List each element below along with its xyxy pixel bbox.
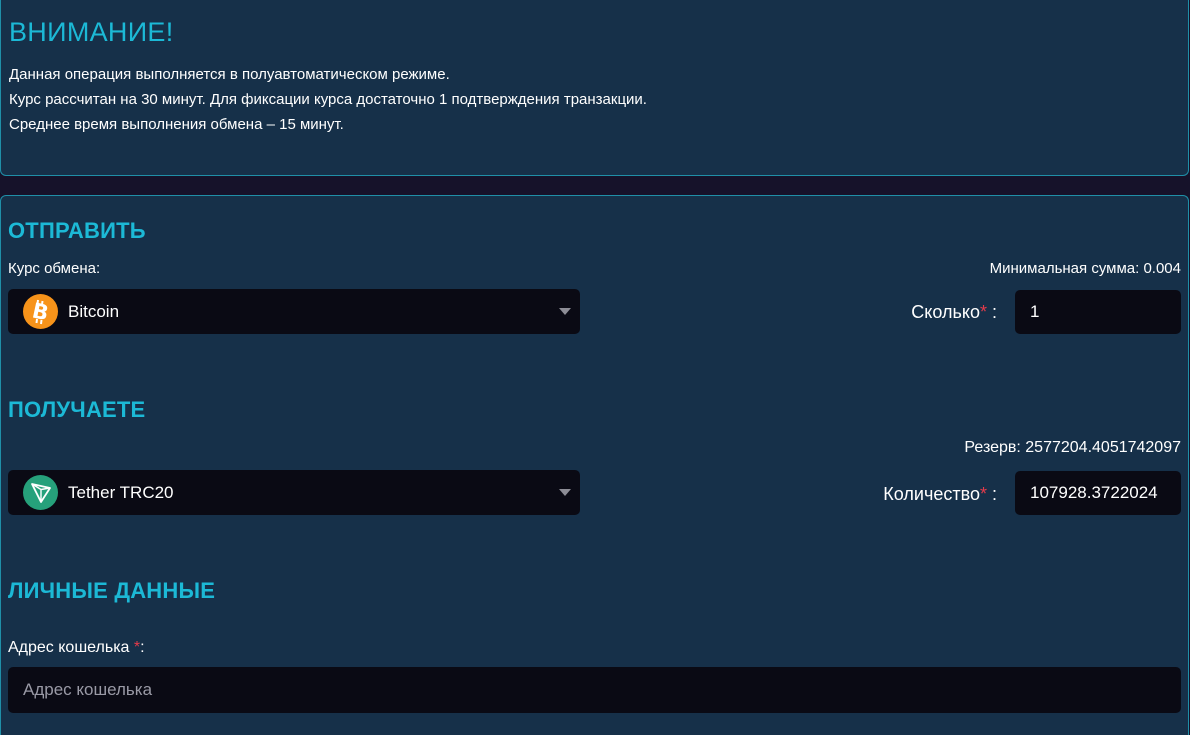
notice-line: Данная операция выполняется в полуавтома… — [9, 66, 450, 83]
notice-line: Среднее время выполнения обмена – 15 мин… — [9, 116, 344, 133]
send-section-title: ОТПРАВИТЬ — [8, 218, 146, 243]
wallet-address-label: Адрес кошелька *: — [8, 639, 145, 656]
receive-amount-input[interactable] — [1015, 471, 1181, 515]
notice-panel: ВНИМАНИЕ! Данная операция выполняется в … — [0, 0, 1189, 176]
notice-title: ВНИМАНИЕ! — [9, 17, 174, 47]
tron-icon — [23, 475, 58, 510]
chevron-down-icon — [559, 489, 571, 496]
receive-currency-select[interactable]: Tether TRC20 — [8, 470, 580, 515]
personal-section-title: ЛИЧНЫЕ ДАННЫЕ — [8, 578, 216, 603]
send-currency-value: Bitcoin — [68, 302, 120, 321]
exchange-rate-label: Курс обмена: — [8, 260, 101, 277]
chevron-down-icon — [559, 308, 571, 315]
send-amount-label: Сколько* : — [911, 302, 997, 322]
receive-section-title: ПОЛУЧАЕТЕ — [8, 397, 146, 422]
bitcoin-icon: B — [23, 294, 58, 329]
send-amount-input[interactable] — [1015, 290, 1181, 334]
receive-amount-label: Количество* : — [883, 484, 997, 504]
receive-currency-value: Tether TRC20 — [68, 483, 174, 502]
send-currency-select[interactable]: B Bitcoin — [8, 289, 580, 334]
minimum-amount-label: Минимальная сумма: 0.004 — [989, 260, 1181, 277]
reserve-label: Резерв: 2577204.4051742097 — [964, 439, 1181, 456]
notice-line: Курс рассчитан на 30 минут. Для фиксации… — [9, 91, 647, 108]
wallet-address-input[interactable] — [8, 667, 1181, 713]
